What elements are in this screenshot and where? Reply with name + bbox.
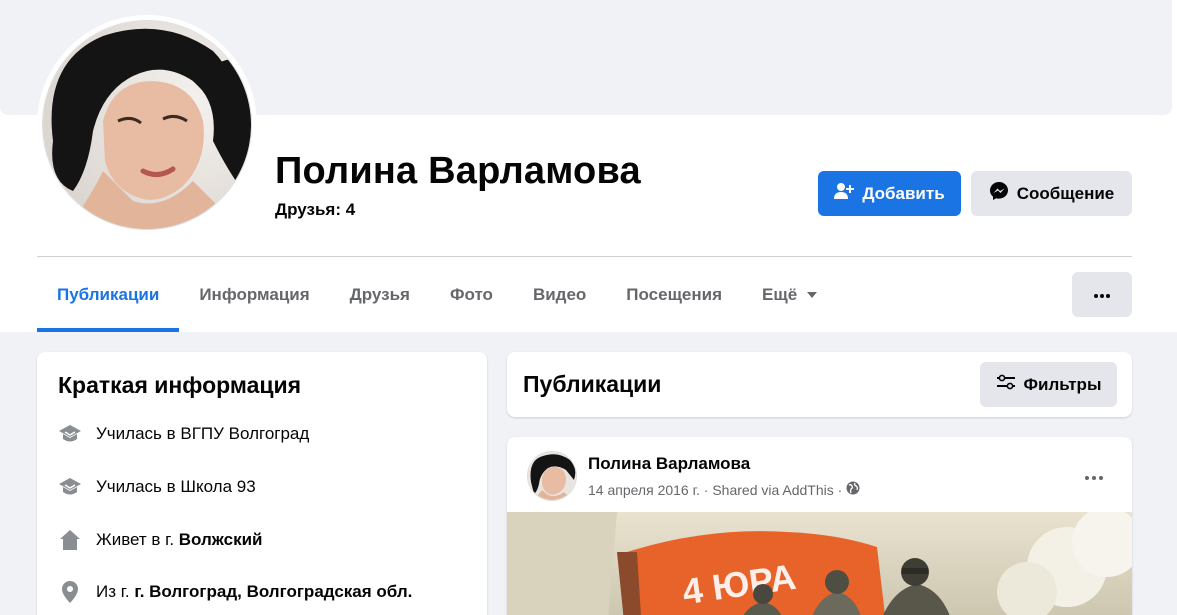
tab-label: Друзья [349,285,410,304]
post-author-avatar[interactable] [527,451,577,501]
education-cap-icon [58,475,82,499]
filter-sliders-icon [996,374,1016,395]
intro-item-education: Училась в ВГПУ Волгоград [58,422,309,446]
add-friend-label: Добавить [862,183,945,203]
tab-info[interactable]: Информация [179,258,329,332]
tab-checkins[interactable]: Посещения [606,258,742,332]
message-button[interactable]: Сообщение [971,171,1132,216]
intro-prefix: Живет в г. [96,530,179,549]
profile-avatar[interactable] [42,20,252,230]
tab-label: Посещения [626,285,723,304]
tab-friends[interactable]: Друзья [330,258,430,332]
tab-label: Публикации [57,285,160,304]
education-cap-icon [58,422,82,446]
post-meta-text[interactable]: 14 апреля 2016 г. · Shared via AddThis · [588,482,842,498]
ellipsis-icon [1093,286,1111,304]
tab-video[interactable]: Видео [513,258,606,332]
intro-item-from: Из г. г. Волгоград, Волгоградская обл. [58,580,412,604]
tab-photos[interactable]: Фото [430,258,513,332]
location-pin-icon [58,580,82,604]
add-friend-button[interactable]: Добавить [818,171,961,216]
intro-item-lives: Живет в г. Волжский [58,528,263,552]
filters-label: Фильтры [1023,374,1102,394]
intro-title: Краткая информация [58,372,302,398]
more-options-button[interactable] [1072,272,1132,317]
header-divider [37,256,1132,257]
intro-item-text: Училась в ВГПУ Волгоград [96,424,310,443]
tab-more[interactable]: Ещё [742,258,837,332]
intro-card: Краткая информация Училась в ВГПУ Волгог… [37,352,487,615]
ellipsis-icon [1084,468,1104,486]
intro-item-text: Из г. г. Волгоград, Волгоградская обл. [96,582,412,602]
add-friend-icon [834,182,855,205]
post-card: Полина Варламова 14 апреля 2016 г. · Sha… [507,437,1132,615]
tab-label: Видео [532,285,587,304]
profile-name: Полина Варламова [275,150,641,192]
intro-prefix: Из г. [96,582,135,601]
chevron-down-icon [807,292,818,298]
home-icon [58,528,82,552]
intro-item-school: Училась в Школа 93 [58,475,256,499]
post-options-button[interactable] [1076,459,1112,495]
intro-city-link[interactable]: Волжский [179,530,263,549]
message-label: Сообщение [1016,183,1115,203]
tab-label: Информация [199,285,310,304]
intro-item-text: Училась в Школа 93 [96,477,256,496]
intro-item-text: Живет в г. Волжский [96,530,263,550]
intro-hometown-link[interactable]: г. Волгоград, Волгоградская обл. [134,582,412,601]
tab-label: Фото [449,285,493,304]
tab-label: Ещё [762,285,798,304]
filters-button[interactable]: Фильтры [980,362,1117,407]
profile-tabs: Публикации Информация Друзья Фото Видео … [37,258,837,332]
tab-publications[interactable]: Публикации [37,258,180,332]
profile-header: Полина Варламова Друзья: 4 Добавить Сооб… [0,0,1177,332]
post-image[interactable]: 4 ЮРА [507,512,1132,615]
messenger-icon [989,181,1009,206]
globe-icon[interactable] [846,481,860,498]
post-author-name[interactable]: Полина Варламова [588,454,750,474]
publications-title: Публикации [523,371,662,397]
friends-count[interactable]: Друзья: 4 [275,200,355,220]
post-meta: 14 апреля 2016 г. · Shared via AddThis · [588,481,860,498]
publications-header: Публикации Фильтры [507,352,1132,417]
